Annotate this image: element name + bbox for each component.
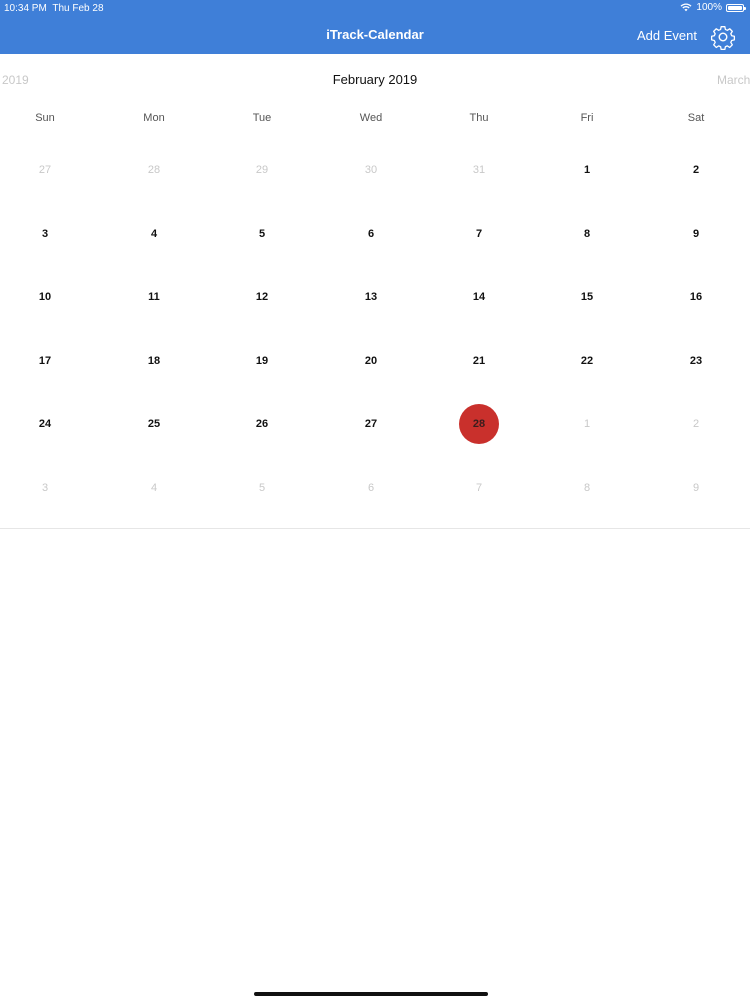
calendar-screen: 10:34 PM Thu Feb 28 100% iTrack-Calendar… bbox=[0, 0, 750, 1000]
battery-percent: 100% bbox=[696, 2, 722, 13]
day-cell-outside[interactable]: 5 bbox=[242, 468, 282, 508]
weekday-fri: Fri bbox=[580, 112, 594, 124]
day-cell[interactable]: 14 bbox=[459, 277, 499, 317]
day-cell[interactable]: 10 bbox=[25, 277, 65, 317]
day-cell[interactable]: 22 bbox=[567, 341, 607, 381]
add-event-button[interactable]: Add Event bbox=[637, 28, 697, 43]
day-cell[interactable]: 27 bbox=[351, 404, 391, 444]
status-indicators: 100% bbox=[680, 2, 746, 13]
day-cell-outside[interactable]: 3 bbox=[25, 468, 65, 508]
day-cell[interactable]: 8 bbox=[567, 214, 607, 254]
calendar-divider bbox=[0, 528, 750, 529]
gear-icon[interactable] bbox=[710, 24, 736, 50]
day-cell[interactable]: 23 bbox=[676, 341, 716, 381]
current-month-title: February 2019 bbox=[332, 72, 418, 87]
day-cell-outside[interactable]: 9 bbox=[676, 468, 716, 508]
day-cell[interactable]: 2 bbox=[676, 150, 716, 190]
day-cell-outside[interactable]: 4 bbox=[134, 468, 174, 508]
battery-icon bbox=[726, 3, 746, 12]
day-cell[interactable]: 15 bbox=[567, 277, 607, 317]
status-time: 10:34 PM Thu Feb 28 bbox=[4, 3, 104, 14]
day-cell[interactable]: 19 bbox=[242, 341, 282, 381]
day-cell-outside[interactable]: 7 bbox=[459, 468, 499, 508]
day-cell[interactable]: 13 bbox=[351, 277, 391, 317]
day-cell[interactable]: 25 bbox=[134, 404, 174, 444]
status-clock: 10:34 PM bbox=[4, 3, 47, 14]
day-cell[interactable]: 12 bbox=[242, 277, 282, 317]
day-cell[interactable]: 6 bbox=[351, 214, 391, 254]
weekday-wed: Wed bbox=[359, 112, 383, 124]
day-cell-outside[interactable]: 8 bbox=[567, 468, 607, 508]
day-cell[interactable]: 18 bbox=[134, 341, 174, 381]
day-cell[interactable]: 21 bbox=[459, 341, 499, 381]
day-cell[interactable]: 11 bbox=[134, 277, 174, 317]
day-cell[interactable]: 26 bbox=[242, 404, 282, 444]
day-cell[interactable]: 20 bbox=[351, 341, 391, 381]
day-cell[interactable]: 17 bbox=[25, 341, 65, 381]
home-indicator bbox=[254, 992, 488, 996]
weekday-sun: Sun bbox=[35, 112, 55, 124]
calendar-grid: 27 28 29 30 31 1 2 3 4 5 6 7 8 9 10 11 12 13 14 15 16 17 18 19 2… bbox=[0, 138, 750, 528]
wifi-icon bbox=[680, 3, 692, 12]
day-cell-outside[interactable]: 31 bbox=[459, 150, 499, 190]
day-cell-outside[interactable]: 30 bbox=[351, 150, 391, 190]
battery-fill bbox=[728, 5, 742, 10]
day-cell-today[interactable]: 28 bbox=[459, 404, 499, 444]
day-cell-outside[interactable]: 29 bbox=[242, 150, 282, 190]
day-cell-outside[interactable]: 6 bbox=[351, 468, 391, 508]
day-cell-outside[interactable]: 2 bbox=[676, 404, 716, 444]
weekday-mon: Mon bbox=[143, 112, 165, 124]
next-month-button[interactable]: March bbox=[717, 73, 750, 87]
day-cell-outside[interactable]: 28 bbox=[134, 150, 174, 190]
day-cell[interactable]: 7 bbox=[459, 214, 499, 254]
month-header: 2019 February 2019 March bbox=[0, 66, 750, 94]
day-cell[interactable]: 16 bbox=[676, 277, 716, 317]
day-cell[interactable]: 3 bbox=[25, 214, 65, 254]
weekday-sat: Sat bbox=[687, 112, 705, 124]
weekday-tue: Tue bbox=[252, 112, 272, 124]
nav-header: 10:34 PM Thu Feb 28 100% iTrack-Calendar… bbox=[0, 0, 750, 54]
day-cell[interactable]: 4 bbox=[134, 214, 174, 254]
battery-cap bbox=[744, 6, 746, 10]
weekday-thu: Thu bbox=[469, 112, 489, 124]
day-cell-outside[interactable]: 1 bbox=[567, 404, 607, 444]
day-cell[interactable]: 9 bbox=[676, 214, 716, 254]
day-cell[interactable]: 5 bbox=[242, 214, 282, 254]
status-date: Thu Feb 28 bbox=[52, 3, 104, 14]
day-cell-outside[interactable]: 27 bbox=[25, 150, 65, 190]
day-cell[interactable]: 24 bbox=[25, 404, 65, 444]
day-cell[interactable]: 1 bbox=[567, 150, 607, 190]
